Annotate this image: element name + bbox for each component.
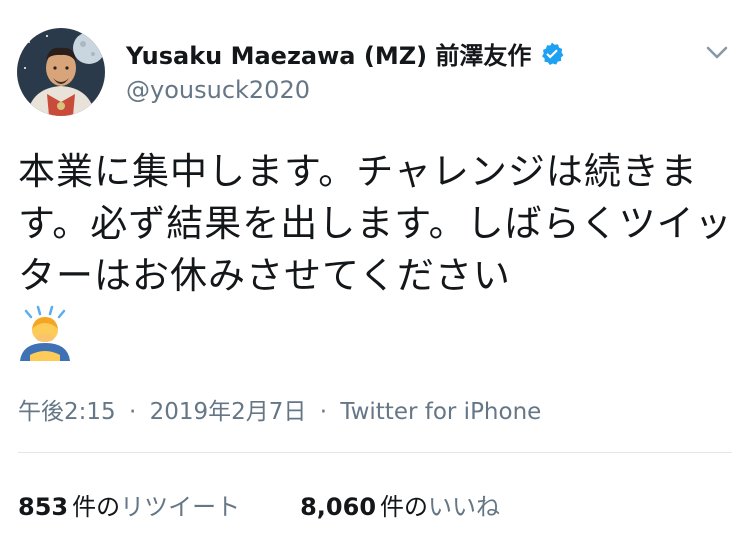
- tweet-date[interactable]: 2019年2月7日: [150, 399, 307, 425]
- tweet-source[interactable]: Twitter for iPhone: [340, 399, 541, 425]
- separator-dot: ·: [319, 399, 328, 425]
- retweets-stat[interactable]: 853 件のリツイート: [18, 487, 240, 522]
- tweet-stats: 853 件のリツイート 8,060 件のいいね: [18, 487, 500, 522]
- likes-unit: 件の: [380, 493, 429, 521]
- retweets-unit: 件の: [72, 493, 121, 521]
- tweet-text: 本業に集中します。チャレンジは続きます。必ず結果を出します。しばらくツイッターは…: [18, 150, 733, 297]
- divider: [18, 452, 732, 453]
- retweets-label: リツイート: [120, 493, 241, 521]
- likes-stat[interactable]: 8,060 件のいいね: [300, 487, 500, 522]
- author-handle[interactable]: @yousuck2020: [126, 76, 310, 104]
- author-name-row[interactable]: Yusaku Maezawa (MZ) 前澤友作: [126, 36, 565, 71]
- chevron-down-icon[interactable]: [702, 38, 732, 68]
- verified-badge-icon: [539, 41, 565, 67]
- separator-dot: ·: [128, 399, 137, 425]
- man-bowing-emoji: [18, 305, 72, 363]
- avatar-image: [17, 28, 105, 116]
- tweet-detail: Yusaku Maezawa (MZ) 前澤友作 @yousuck2020 本業…: [0, 0, 750, 542]
- tweet-meta: 午後2:15 · 2019年2月7日 · Twitter for iPhone: [18, 392, 541, 426]
- avatar[interactable]: [17, 28, 105, 116]
- likes-label: いいね: [428, 493, 501, 521]
- likes-count: 8,060: [300, 493, 377, 521]
- retweets-count: 853: [18, 493, 69, 521]
- author-display-name[interactable]: Yusaku Maezawa (MZ) 前澤友作: [126, 36, 531, 71]
- tweet-time[interactable]: 午後2:15: [18, 399, 116, 425]
